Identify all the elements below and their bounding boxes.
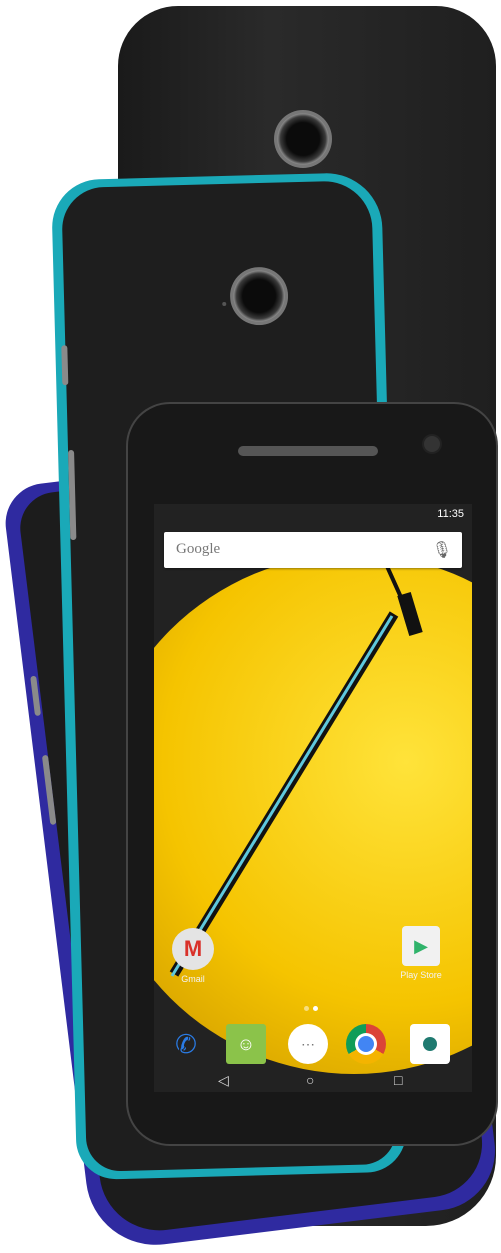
play-store-label: Play Store [400,970,442,980]
rear-camera-icon [229,266,289,326]
camera-app-icon[interactable] [410,1024,450,1064]
messaging-app-icon[interactable]: ☺ [226,1024,266,1064]
phone-screen: 11:35 Google 🎙 M Gmail ▶ Play Store ✆ ☺ … [154,504,472,1092]
app-dock: ✆ ☺ ⋯ [154,1024,472,1068]
front-phone: 11:35 Google 🎙 M Gmail ▶ Play Store ✆ ☺ … [128,404,496,1144]
back-button[interactable]: ◁ [218,1072,229,1089]
navigation-bar: ◁ ○ □ [154,1072,472,1092]
status-time: 11:35 [437,508,464,520]
recents-button[interactable]: □ [394,1072,402,1088]
chrome-app-icon[interactable] [346,1024,386,1064]
earpiece-speaker [238,446,378,456]
play-store-icon[interactable]: ▶ [402,926,440,966]
google-search-bar[interactable]: Google 🎙 [164,532,462,568]
status-bar: 11:35 [154,504,472,526]
microphone-icon[interactable]: 🎙 [432,540,452,560]
page-dot-active [313,1006,318,1011]
page-indicator [302,998,320,1016]
phone-app-icon[interactable]: ✆ [166,1024,206,1064]
rear-camera-icon [274,110,332,168]
front-camera-icon [424,436,440,452]
gmail-app-icon[interactable]: M [172,928,214,970]
flash-dot [222,301,227,307]
app-drawer-icon[interactable]: ⋯ [288,1024,328,1064]
search-placeholder: Google [176,541,221,557]
home-button[interactable]: ○ [306,1072,314,1088]
volume-button [61,345,69,386]
gmail-label: Gmail [181,974,205,984]
page-dot [304,1006,309,1011]
